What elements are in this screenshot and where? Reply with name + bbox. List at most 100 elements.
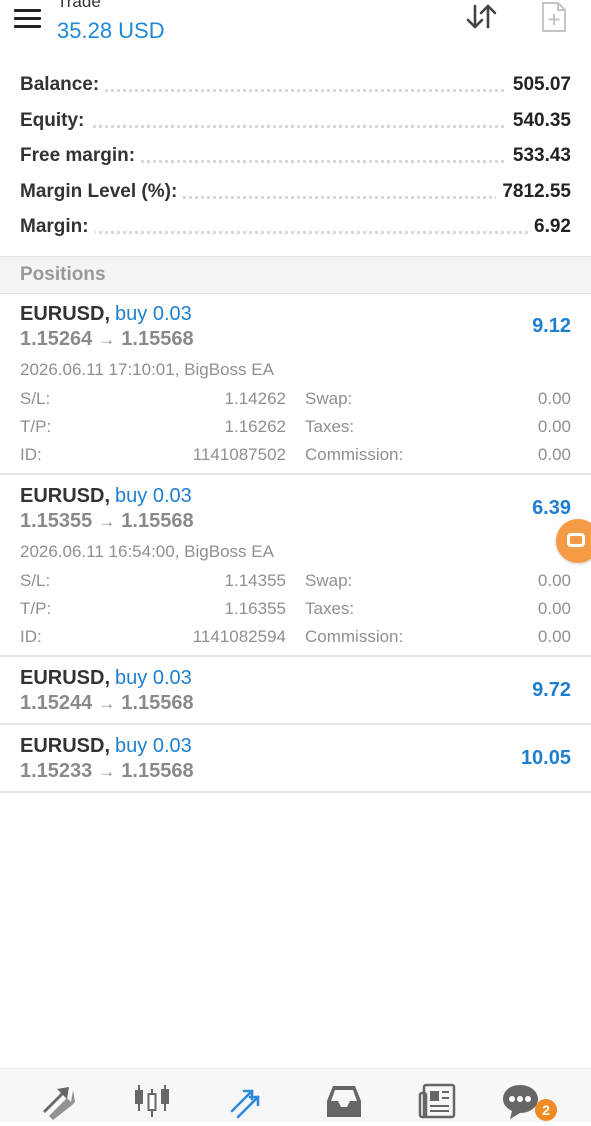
commission-label: Commission: [305,627,404,646]
profit-summary: 35.28 USD [57,18,165,43]
symbol-label: EURUSD, [20,485,111,507]
position-profit: 10.05 [520,747,571,769]
commission-value: 0.00 [537,627,571,646]
margin-row: Margin: 6.92 [0,210,591,246]
positions-list: EURUSD, buy 0.03 1.15264 → 1.15568 9.12 202… [0,293,591,793]
free-margin-label: Free margin: [20,145,142,167]
position-profit: 9.12 [532,315,571,337]
equity-label: Equity: [20,109,91,132]
position-symbol: EURUSD, buy 0.03 [20,303,192,326]
chart-candles-icon[interactable] [131,1081,175,1121]
position-side: buy 0.03 [115,485,192,507]
taxes-label: Taxes: [305,599,355,618]
equity-row: Equity: 540.35 [0,104,591,140]
arrow-right-icon: → [98,694,116,713]
position-meta: 2026.06.11 16:54:00, BigBoss EA [20,542,274,561]
position-prices: 1.15264 → 1.15568 [20,328,194,351]
id-label: ID: [20,627,42,646]
history-inbox-icon[interactable] [322,1081,366,1121]
account-summary: Balance: 505.07 Equity: 540.35 Free marg… [0,68,591,246]
tp-taxes-row: T/P: 1.16355 Taxes: 0.00 [0,599,591,625]
position-side: buy 0.03 [115,667,192,689]
record-icon [567,533,585,547]
position-symbol: EURUSD, buy 0.03 [20,735,192,758]
sl-label: S/L: [20,389,51,408]
swap-value: 0.00 [537,389,571,408]
taxes-label: Taxes: [305,417,355,436]
free-margin-row: Free margin: 533.43 [0,139,591,175]
swap-label: Swap: [305,571,353,590]
new-order-icon[interactable] [538,0,570,36]
id-value: 1141087502 [192,445,286,464]
id-commission-row: ID: 1141087502 Commission: 0.00 [0,445,591,471]
symbol-label: EURUSD, [20,667,111,689]
page-title: Trade [57,0,101,11]
margin-label: Margin: [20,216,95,238]
position-prices: 1.15244 → 1.15568 [20,692,194,715]
equity-value: 540.35 [506,109,571,132]
position-prices: 1.15355 → 1.15568 [20,510,194,533]
hamburger-icon[interactable] [14,7,42,29]
swap-value: 0.00 [537,571,571,590]
free-margin-value: 533.43 [506,145,571,167]
open-price: 1.15355 [20,510,93,532]
position-side: buy 0.03 [115,303,192,325]
position-item[interactable]: EURUSD, buy 0.03 1.15244 → 1.15568 9.72 [0,657,591,725]
position-profit: 6.39 [532,497,571,519]
arrow-right-icon: → [98,512,116,531]
position-item[interactable]: EURUSD, buy 0.03 1.15233 → 1.15568 10.05 [0,725,591,793]
tp-label: T/P: [20,599,52,618]
section-label: Positions [20,264,106,285]
tp-value: 1.16262 [224,417,286,436]
sl-swap-row: S/L: 1.14355 Swap: 0.00 [0,571,591,597]
id-label: ID: [20,445,42,464]
position-item[interactable]: EURUSD, buy 0.03 1.15264 → 1.15568 9.12 202… [0,293,591,475]
dotted-leader [20,231,571,234]
current-price: 1.15568 [121,692,194,714]
position-prices: 1.15233 → 1.15568 [20,760,194,783]
sl-value: 1.14355 [224,571,286,590]
current-price: 1.15568 [121,510,194,532]
position-item[interactable]: EURUSD, buy 0.03 1.15355 → 1.15568 6.39 202… [0,475,591,657]
positions-section-header: Positions [0,256,591,294]
balance-row: Balance: 505.07 [0,68,591,104]
unread-badge: 2 [535,1099,557,1121]
arrow-right-icon: → [98,762,116,781]
taxes-value: 0.00 [537,599,571,618]
balance-label: Balance: [20,74,106,96]
bottom-navigation [0,1068,591,1122]
tp-label: T/P: [20,417,52,436]
position-meta: 2026.06.11 17:10:01, BigBoss EA [20,360,274,379]
sl-value: 1.14262 [224,389,286,408]
trade-icon[interactable] [226,1081,270,1121]
current-price: 1.15568 [121,760,194,782]
margin-level-value: 7812.55 [496,180,571,203]
swap-label: Swap: [305,389,353,408]
sl-swap-row: S/L: 1.14262 Swap: 0.00 [0,389,591,415]
news-icon[interactable] [416,1081,460,1121]
current-price: 1.15568 [121,328,194,350]
tp-taxes-row: T/P: 1.16262 Taxes: 0.00 [0,417,591,443]
margin-value: 6.92 [528,216,571,238]
open-price: 1.15264 [20,328,93,350]
balance-value: 505.07 [506,74,571,96]
position-symbol: EURUSD, buy 0.03 [20,667,192,690]
position-profit: 9.72 [532,679,571,701]
margin-level-label: Margin Level (%): [20,180,184,203]
sort-arrows-icon[interactable] [462,0,502,36]
quotes-icon[interactable] [37,1081,81,1121]
id-value: 1141082594 [192,627,286,646]
symbol-label: EURUSD, [20,303,111,325]
open-price: 1.15233 [20,760,93,782]
top-bar: Trade 35.28 USD [0,0,591,60]
position-symbol: EURUSD, buy 0.03 [20,485,192,508]
sl-label: S/L: [20,571,51,590]
commission-label: Commission: [305,445,404,464]
arrow-right-icon: → [98,330,116,349]
dotted-leader [20,124,571,128]
margin-level-row: Margin Level (%): 7812.55 [0,175,591,211]
open-price: 1.15244 [20,692,93,714]
symbol-label: EURUSD, [20,735,111,757]
id-commission-row: ID: 1141082594 Commission: 0.00 [0,627,591,653]
commission-value: 0.00 [537,445,571,464]
